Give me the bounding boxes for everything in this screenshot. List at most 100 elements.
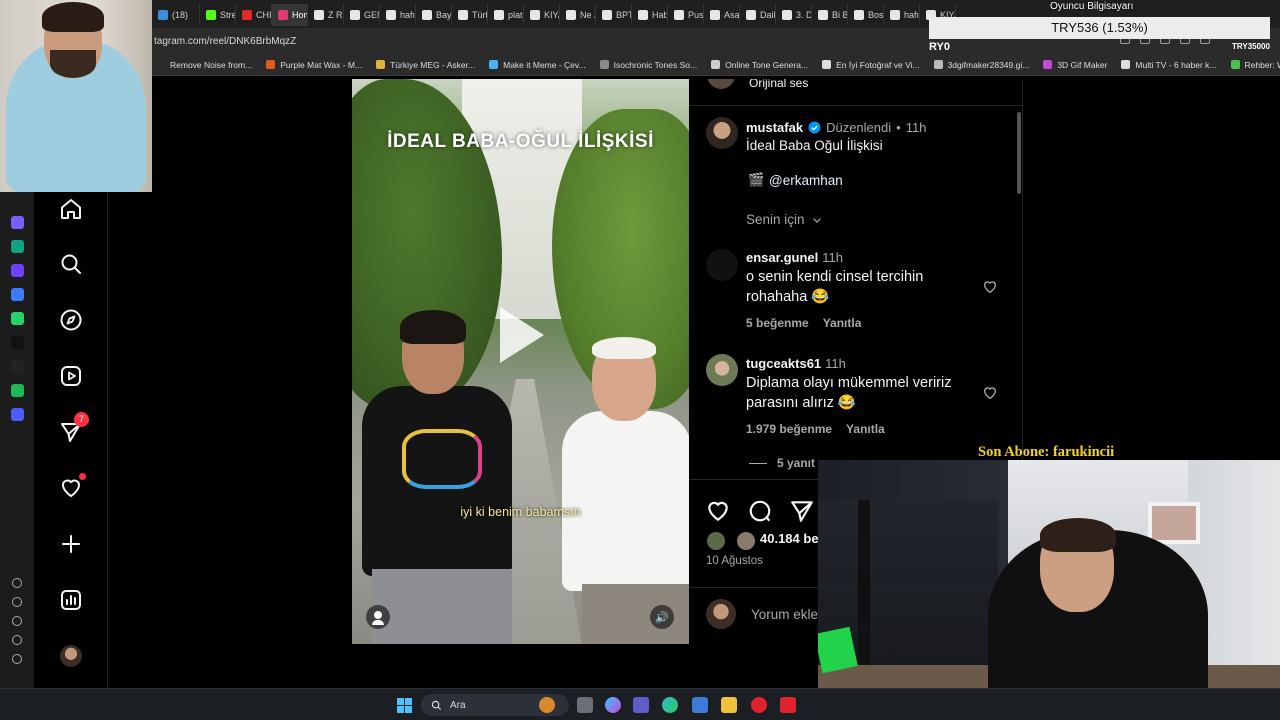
tab-label: Ne Z: [580, 10, 595, 20]
view-replies-button[interactable]: 5 yanıt: [749, 456, 815, 470]
messenger-icon[interactable]: [10, 288, 24, 301]
comment-avatar[interactable]: [706, 354, 738, 386]
like-heart-icon[interactable]: [705, 498, 731, 524]
nav-profile[interactable]: [58, 643, 84, 669]
tips-icon[interactable]: [12, 635, 22, 645]
bookmark-item[interactable]: Rehber: Windows 1...: [1230, 60, 1280, 70]
video-person-father: [562, 337, 689, 644]
settings-icon[interactable]: [12, 616, 22, 626]
dashboard-icon: [61, 590, 81, 610]
nav-create[interactable]: [58, 531, 84, 557]
more-icon[interactable]: [12, 654, 22, 664]
reel-video[interactable]: İDEAL BABA-OĞUL İLİŞKİSİ iyi ki benim ba…: [352, 79, 689, 644]
browser-tab[interactable]: Türkç: [452, 4, 488, 26]
comment-reply-button[interactable]: Yanıtla: [846, 422, 885, 436]
teams-icon[interactable]: [633, 697, 649, 713]
nav-reels[interactable]: [58, 363, 84, 389]
comments-scrollbar[interactable]: [1017, 112, 1021, 194]
bookmark-item[interactable]: Remove Noise from...: [156, 60, 252, 70]
edge-browser-icon[interactable]: [662, 697, 678, 713]
tab-label: GENÇ: [364, 10, 379, 20]
x-icon[interactable]: [10, 360, 24, 373]
edge-app-1-icon[interactable]: [10, 216, 24, 229]
browser-tab[interactable]: Z Raj: [308, 4, 344, 26]
bookmark-item[interactable]: Multi TV - 6 haber k...: [1121, 60, 1217, 70]
browser-tab[interactable]: 3. Dü: [776, 4, 812, 26]
browser-tab[interactable]: KIYAS: [524, 4, 560, 26]
bookmark-item[interactable]: Make it Meme - Çev...: [489, 60, 586, 70]
share-send-icon[interactable]: [789, 498, 815, 524]
weather-icon[interactable]: [539, 697, 555, 713]
notification-dot: [79, 473, 86, 480]
bookmark-item[interactable]: Türkiye MEG - Asker...: [376, 60, 475, 70]
spotify-icon[interactable]: [10, 384, 24, 397]
browser-tab[interactable]: Bi Ba: [812, 4, 848, 26]
browser-tab[interactable]: Daily: [740, 4, 776, 26]
bookmark-item[interactable]: 3dgifmaker28349.gi...: [933, 60, 1029, 70]
nav-notifications[interactable]: [58, 473, 86, 501]
browser-tab[interactable]: Ne Z: [560, 4, 596, 26]
bookmark-label: En İyi Fotoğraf ve Vi...: [836, 59, 920, 70]
browser-tab[interactable]: Strea: [200, 4, 236, 26]
store-icon[interactable]: [692, 697, 708, 713]
bookmark-item[interactable]: Purple Mat Wax - M...: [266, 60, 362, 70]
windows-start-icon[interactable]: [397, 698, 412, 713]
browser-tab[interactable]: Bayra: [416, 4, 452, 26]
comment-filter-dropdown[interactable]: Senin için: [746, 212, 823, 227]
browser-tab[interactable]: CHIP: [236, 4, 272, 26]
tagged-user-link[interactable]: @erkamhan: [769, 173, 843, 188]
bookmark-item[interactable]: 3D Gif Maker: [1043, 60, 1107, 70]
verified-badge-icon: [808, 121, 821, 134]
comment-like-count[interactable]: 5 beğenme: [746, 316, 809, 330]
whatsapp-icon[interactable]: [10, 312, 24, 325]
sound-icon[interactable]: 🔊: [650, 605, 674, 629]
favorites-icon[interactable]: [12, 578, 22, 588]
browser-tab[interactable]: Habe: [632, 4, 668, 26]
comment-like-heart-icon[interactable]: [982, 279, 998, 295]
tab-favicon-icon: [494, 10, 504, 20]
bookmark-item[interactable]: En İyi Fotoğraf ve Vi...: [822, 59, 920, 70]
task-view-icon[interactable]: [577, 697, 593, 713]
bookmark-item[interactable]: Isochronic Tones So...: [599, 60, 697, 70]
comment-bubble-icon[interactable]: [747, 498, 773, 524]
wps-icon[interactable]: [780, 697, 796, 713]
tiktok-icon[interactable]: [10, 336, 24, 349]
browser-tab[interactable]: BPT o: [596, 4, 632, 26]
opera-icon[interactable]: [751, 697, 767, 713]
edge-app-9-icon[interactable]: [10, 408, 24, 421]
comment-reply-button[interactable]: Yanıtla: [823, 316, 862, 330]
nav-messages[interactable]: 7: [58, 412, 89, 445]
chatgpt-icon[interactable]: [10, 240, 24, 253]
nav-search[interactable]: [58, 251, 84, 277]
comment-username[interactable]: tugceakts61: [746, 356, 821, 371]
comment-input[interactable]: Yorum ekle: [751, 607, 818, 622]
post-author-avatar[interactable]: [706, 117, 738, 149]
nav-explore[interactable]: [58, 307, 84, 333]
browser-tab[interactable]: GENÇ: [344, 4, 380, 26]
browser-tab[interactable]: Hom: [272, 4, 308, 26]
copilot-icon[interactable]: [605, 697, 621, 713]
browser-tab[interactable]: Push: [668, 4, 704, 26]
comment-avatar[interactable]: [706, 249, 738, 281]
bookmark-item[interactable]: Online Tone Genera...: [711, 60, 808, 70]
comment-like-heart-icon[interactable]: [982, 385, 998, 401]
edge-app-3-icon[interactable]: [10, 264, 24, 277]
comment-username[interactable]: ensar.gunel: [746, 250, 818, 265]
browser-tab[interactable]: hafız: [380, 4, 416, 26]
url-text[interactable]: tagram.com/reel/DNK6BrbMqzZ: [152, 36, 296, 47]
browser-tab[interactable]: hafız: [884, 4, 920, 26]
post-header: mustafak Düzenlendi • 11h: [746, 120, 927, 135]
tagged-users-icon[interactable]: [366, 605, 390, 629]
browser-tab[interactable]: platc: [488, 4, 524, 26]
browser-tab[interactable]: Bosu: [848, 4, 884, 26]
play-icon[interactable]: [500, 307, 544, 363]
nav-dashboard[interactable]: [58, 587, 84, 613]
post-username[interactable]: mustafak: [746, 120, 803, 135]
history-icon[interactable]: [12, 597, 22, 607]
likes-count[interactable]: 40.184 be: [760, 531, 819, 546]
browser-tab[interactable]: Asay: [704, 4, 740, 26]
nav-home[interactable]: [58, 196, 84, 222]
comment-like-count[interactable]: 1.979 beğenme: [746, 422, 832, 436]
audio-label[interactable]: Orijinal ses: [749, 79, 808, 90]
file-explorer-icon[interactable]: [721, 697, 737, 713]
